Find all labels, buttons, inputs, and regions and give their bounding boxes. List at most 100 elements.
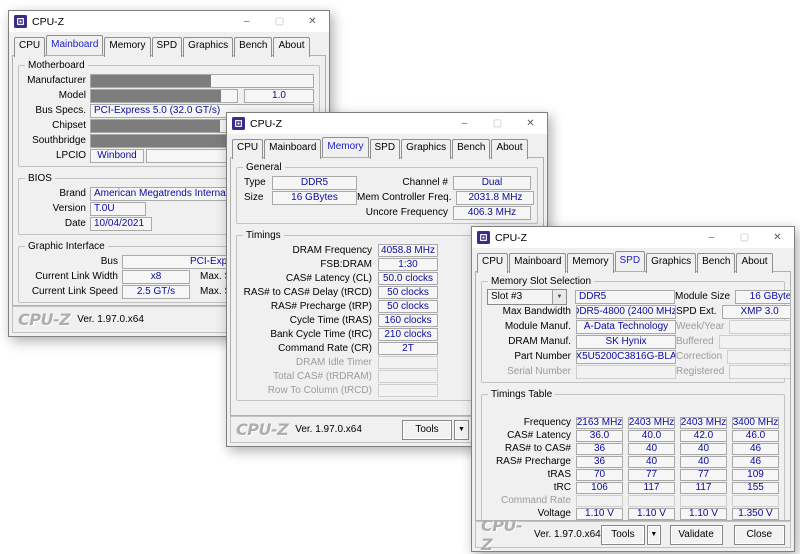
cell-xmp6800: 46 xyxy=(732,456,779,468)
maximize-button[interactable]: ▢ xyxy=(263,11,296,32)
bus-specs-label: Bus Specs. xyxy=(24,105,86,116)
timing-value-field: 50 clocks xyxy=(378,300,438,313)
date-field: 10/04/2021 xyxy=(90,217,152,231)
timing-value-field: 2T xyxy=(378,342,438,355)
cpuz-logo: CPU-Z xyxy=(236,420,288,439)
mc-freq-field: 2031.8 MHz xyxy=(456,191,534,205)
tab[interactable]: About xyxy=(736,253,772,273)
cell-jedec7: 40 xyxy=(680,456,727,468)
close-button[interactable]: Close xyxy=(734,525,785,545)
tools-dropdown-arrow-icon[interactable]: ▼ xyxy=(647,525,660,545)
timing-value-field xyxy=(378,384,438,397)
tab-label: Memory xyxy=(109,40,145,51)
tab-bar: CPU MainboardMemorySPDGraphicsBenchAbout xyxy=(227,134,547,158)
tab[interactable]: Mainboard xyxy=(264,139,321,159)
tab[interactable]: Graphics xyxy=(183,37,233,57)
tab[interactable]: Mainboard xyxy=(46,35,103,55)
window-controls: – ▢ ✕ xyxy=(230,11,329,32)
cell-jedec7: 40 xyxy=(680,443,727,455)
tools-button[interactable]: Tools xyxy=(601,525,645,545)
cell-value: 42.0 xyxy=(694,430,713,441)
tab[interactable]: SPD xyxy=(152,37,183,57)
lpcio-value: Winbond xyxy=(97,150,136,161)
cell-value: 2163 MHz xyxy=(577,417,623,428)
cell-value: 36 xyxy=(594,456,605,467)
tab-label: Mainboard xyxy=(514,256,561,267)
close-window-button[interactable]: ✕ xyxy=(296,11,329,32)
tab[interactable]: Graphics xyxy=(646,253,696,273)
cell-value: 77 xyxy=(646,469,657,480)
spd-right-field xyxy=(729,365,791,379)
mc-freq-value: 2031.8 MHz xyxy=(469,192,523,203)
row-label: tRAS xyxy=(487,469,571,480)
maximize-button[interactable]: ▢ xyxy=(728,227,761,248)
version-text: Ver. 1.97.0.x64 xyxy=(295,424,362,435)
table-row: Command Rate xyxy=(487,494,779,507)
link-width-field: x8 xyxy=(122,270,190,284)
tab[interactable]: CPU xyxy=(477,253,508,273)
tab[interactable]: Bench xyxy=(697,253,735,273)
timing-value: 50 clocks xyxy=(387,301,429,312)
tab[interactable]: Memory xyxy=(567,253,613,273)
tab[interactable]: Bench xyxy=(452,139,490,159)
table-row: CAS# Latency 36.0 40.0 42.0 46.0 xyxy=(487,429,779,442)
minimize-button[interactable]: – xyxy=(448,113,481,134)
cell-value: 1.10 V xyxy=(689,508,718,519)
tab[interactable]: Mainboard xyxy=(509,253,566,273)
memory-slot-select[interactable]: Slot #3 ▼ xyxy=(487,289,567,305)
cell-jedec5 xyxy=(576,495,623,507)
size-value: 16 GBytes xyxy=(291,192,338,203)
close-window-button[interactable]: ✕ xyxy=(761,227,794,248)
cell-jedec5: 36 xyxy=(576,443,623,455)
tab[interactable]: CPU xyxy=(232,139,263,159)
timing-label: Command Rate (CR) xyxy=(242,343,372,354)
version-text: Ver. 1.97.0.x64 xyxy=(534,529,601,540)
tab-label: Graphics xyxy=(651,256,691,267)
tab[interactable]: Memory xyxy=(322,137,368,157)
date-value: 10/04/2021 xyxy=(94,218,144,229)
model-revision-field: 1.0 xyxy=(244,89,314,103)
spd-right-field xyxy=(727,350,791,364)
cell-value: 36.0 xyxy=(590,430,609,441)
channel-field: Dual xyxy=(453,176,531,190)
chevron-down-icon: ▼ xyxy=(552,290,566,304)
general-group: General Type DDR5 Channel # Dual Size 16… xyxy=(236,167,538,224)
module-size-field: 16 GBytes xyxy=(735,290,791,304)
cell-value: 40 xyxy=(698,456,709,467)
timing-value-field: 4058.8 MHz xyxy=(378,244,438,257)
tab[interactable]: Bench xyxy=(234,37,272,57)
tools-button[interactable]: Tools xyxy=(402,420,452,440)
type-field: DDR5 xyxy=(272,176,357,190)
spd-right-label: Registered xyxy=(676,366,724,377)
cell-value: 40 xyxy=(646,443,657,454)
date-label: Date xyxy=(24,218,86,229)
tab[interactable]: SPD xyxy=(615,251,646,271)
tab[interactable]: About xyxy=(273,37,309,57)
row-label: CAS# Latency xyxy=(487,430,571,441)
tab[interactable]: About xyxy=(491,139,527,159)
minimize-button[interactable]: – xyxy=(695,227,728,248)
timing-value: 1:30 xyxy=(398,259,417,270)
close-window-button[interactable]: ✕ xyxy=(514,113,547,134)
maximize-button[interactable]: ▢ xyxy=(481,113,514,134)
minimize-button[interactable]: – xyxy=(230,11,263,32)
tab[interactable]: SPD xyxy=(370,139,401,159)
cell-jedec6: 1.10 V xyxy=(628,508,675,520)
spd-right-label: Correction xyxy=(676,351,722,362)
table-row: RAS# Precharge 36 40 40 46 xyxy=(487,455,779,468)
tab[interactable]: Graphics xyxy=(401,139,451,159)
tools-dropdown-arrow-icon[interactable]: ▼ xyxy=(454,420,469,440)
timing-value-field: 50 clocks xyxy=(378,286,438,299)
cell-jedec7: 2403 MHz xyxy=(680,417,727,429)
validate-button[interactable]: Validate xyxy=(670,525,723,545)
tab-label: CPU xyxy=(237,142,258,153)
tab[interactable]: CPU xyxy=(14,37,45,57)
group-legend: General xyxy=(243,162,285,173)
tab[interactable]: Memory xyxy=(104,37,150,57)
timing-label: Cycle Time (tRAS) xyxy=(242,315,372,326)
cell-jedec5: 1.10 V xyxy=(576,508,623,520)
uncore-label: Uncore Frequency xyxy=(357,207,448,218)
cell-jedec7: 1.10 V xyxy=(680,508,727,520)
tab-bar: CPU Mainboard MemorySPD Graphics BenchAbout xyxy=(472,248,794,272)
tab-page-spd: Memory Slot Selection Slot #3 ▼ DDR5 Mod… xyxy=(475,271,791,521)
